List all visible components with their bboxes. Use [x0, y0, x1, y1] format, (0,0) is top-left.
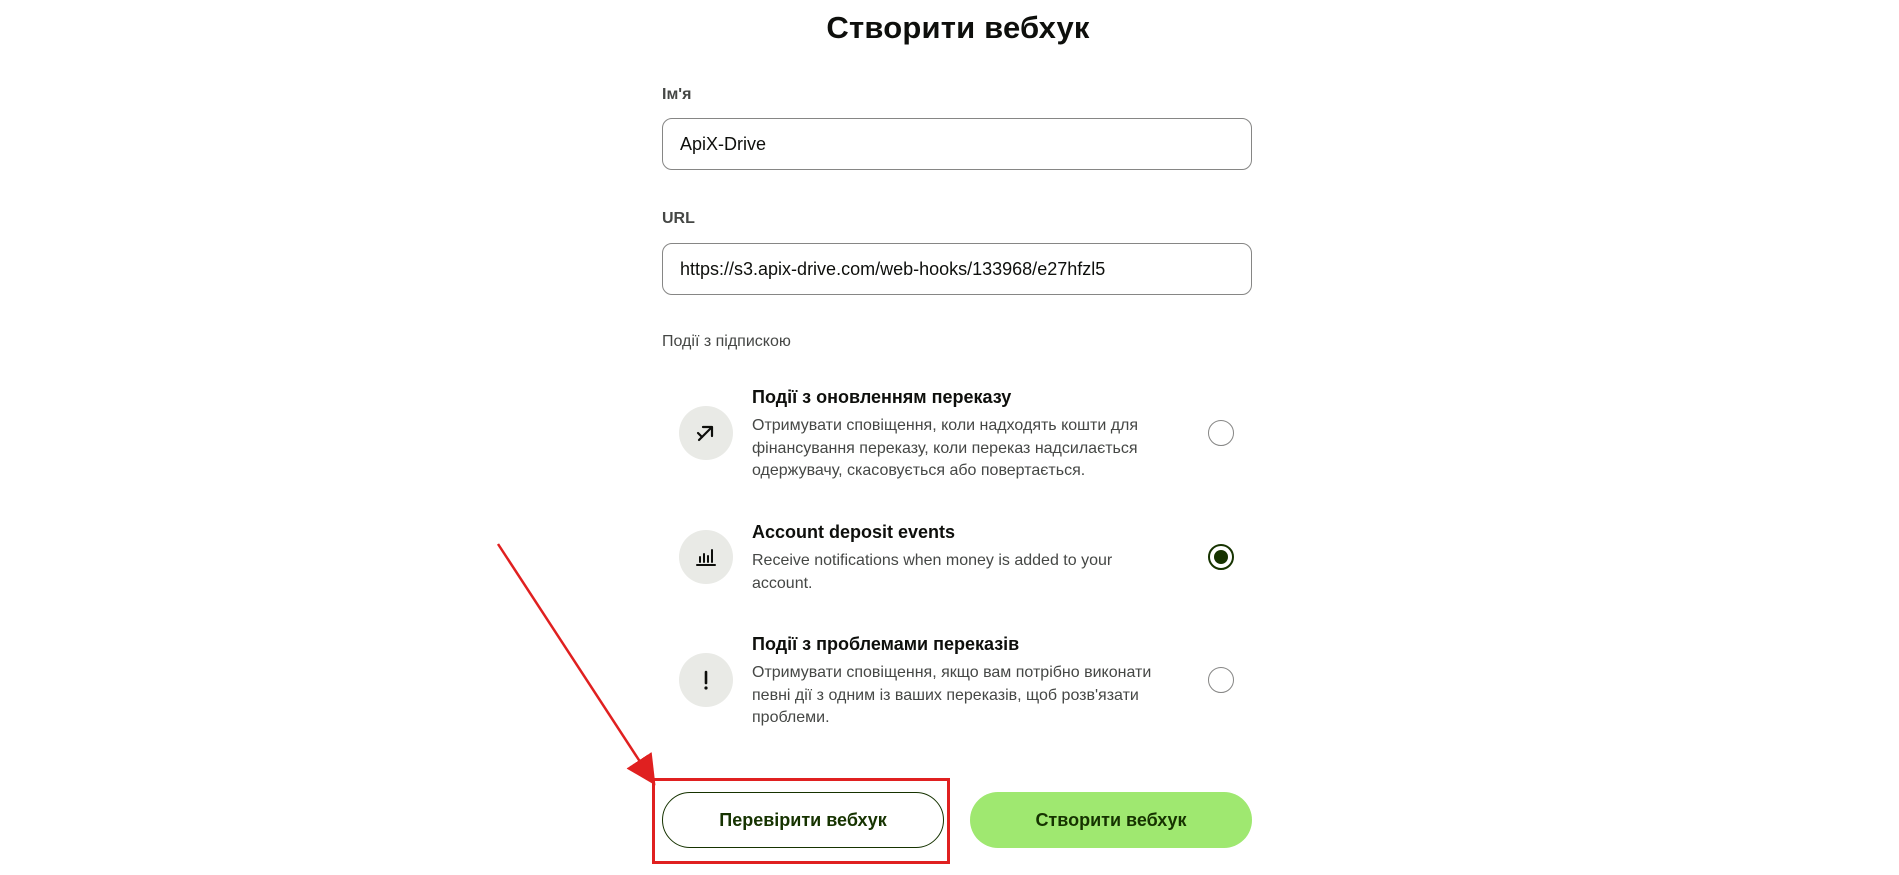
bar-chart-icon: [696, 549, 716, 566]
event-radio[interactable]: [1208, 544, 1234, 570]
event-description: Отримувати сповіщення, якщо вам потрібно…: [752, 664, 1152, 726]
events-section-label: Події з підпискою: [662, 333, 791, 350]
event-icon-circle: [679, 530, 733, 584]
name-label: Ім'я: [662, 86, 692, 103]
url-input[interactable]: [662, 243, 1252, 295]
event-icon-circle: [679, 653, 733, 707]
event-description: Receive notifications when money is adde…: [752, 552, 1113, 592]
event-title: Події з оновленням переказу: [752, 387, 1012, 407]
event-radio[interactable]: [1208, 420, 1234, 446]
annotation-highlight-box: [652, 778, 950, 864]
page-title: Створити вебхук: [826, 10, 1090, 45]
exclamation-icon: [704, 670, 708, 690]
url-label: URL: [662, 210, 695, 227]
event-icon-circle: [679, 406, 733, 460]
name-input[interactable]: [662, 118, 1252, 170]
event-radio[interactable]: [1208, 667, 1234, 693]
page: Створити вебхук Ім'я URL Події з підписк…: [0, 0, 1899, 875]
event-title: Account deposit events: [752, 522, 956, 542]
event-title: Події з проблемами переказів: [752, 634, 1020, 654]
arrow-up-right-icon: [696, 425, 714, 442]
event-description: Отримувати сповіщення, коли надходять ко…: [752, 417, 1139, 479]
create-webhook-button[interactable]: Створити вебхук: [970, 792, 1252, 848]
